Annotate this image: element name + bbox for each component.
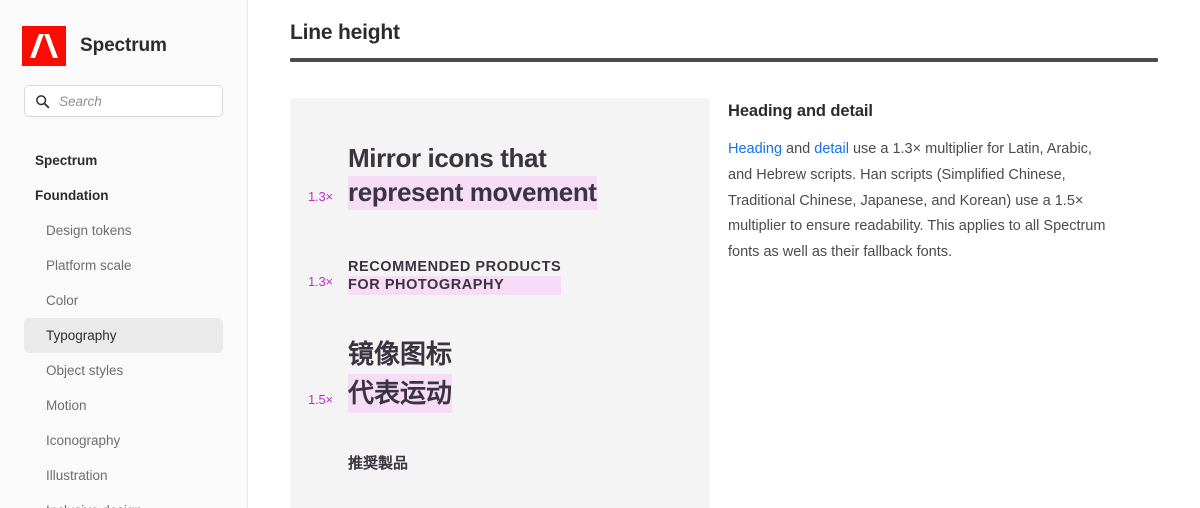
sample-line-highlighted: 代表运动 xyxy=(348,374,453,414)
sidebar-item-color[interactable]: Color xyxy=(24,283,223,318)
link-heading[interactable]: Heading xyxy=(728,141,782,157)
sidebar-item-label: Color xyxy=(46,293,79,308)
sidebar-item-label: Design tokens xyxy=(46,223,132,238)
line-height-sample: 1.3× Mirror icons that represent movement xyxy=(290,142,710,210)
sidebar-item-label: Platform scale xyxy=(46,258,132,273)
sample-line: 镜像图标 xyxy=(348,339,453,370)
content-row: 1.3× Mirror icons that represent movement 1… xyxy=(290,98,1200,508)
brand-name: Spectrum xyxy=(80,35,167,56)
sample-line-highlighted: FOR PHOTOGRAPHY xyxy=(348,276,562,296)
sidebar-item-label: Object styles xyxy=(46,363,124,378)
description-panel: Heading and detail Heading and detail us… xyxy=(710,98,1160,508)
sidebar-item-label: Inclusive design xyxy=(46,503,142,508)
line-height-sample: 1.3× RECOMMENDED PRODUCTS FOR PHOTOGRAPHY xyxy=(290,258,710,296)
sample-spacer xyxy=(290,413,710,453)
page-title: Line height xyxy=(290,21,400,44)
multiplier-label: 1.5× xyxy=(308,392,333,408)
sample-text-block: Mirror icons that represent movement xyxy=(348,142,597,210)
sidebar-item-object-styles[interactable]: Object styles xyxy=(24,353,223,388)
sidebar-item-inclusive-design[interactable]: Inclusive design xyxy=(24,493,223,508)
main-content: Line height 1.3× Mirror icons that represe… xyxy=(248,0,1200,508)
text-and: and xyxy=(782,141,815,157)
sample-line: 推奨製品 xyxy=(348,455,409,473)
sidebar-item-label: Spectrum xyxy=(35,153,98,168)
description-title: Heading and detail xyxy=(728,102,873,120)
sidebar-item-foundation[interactable]: Foundation xyxy=(24,178,223,213)
sidebar-item-label: Typography xyxy=(46,328,117,343)
adobe-logo-icon xyxy=(22,26,66,66)
search-field[interactable] xyxy=(24,85,223,117)
description-body: Heading and detail use a 1.3× multiplier… xyxy=(728,137,1116,266)
sample-line-highlighted: represent movement xyxy=(348,175,597,210)
sidebar: Spectrum Spectrum Foundation Design tokens… xyxy=(0,0,248,508)
sidebar-item-motion[interactable]: Motion xyxy=(24,388,223,423)
sidebar-item-typography[interactable]: Typography xyxy=(24,318,223,353)
description-rest: use a 1.3× multiplier for Latin, Arabic,… xyxy=(728,141,1106,261)
sidebar-item-platform-scale[interactable]: Platform scale xyxy=(24,248,223,283)
search-icon xyxy=(36,94,50,108)
multiplier-label xyxy=(308,469,348,476)
search-input[interactable] xyxy=(59,93,212,109)
sample-spacer xyxy=(290,295,710,335)
example-panel: 1.3× Mirror icons that represent movement 1… xyxy=(290,98,710,508)
sample-text-block: RECOMMENDED PRODUCTS FOR PHOTOGRAPHY xyxy=(348,258,562,296)
link-detail[interactable]: detail xyxy=(814,141,849,157)
line-height-sample: 推奨製品 xyxy=(290,453,710,476)
sidebar-item-label: Iconography xyxy=(46,433,121,448)
line-height-sample: 1.5× 镜像图标代表运动 xyxy=(290,335,710,414)
sidebar-item-illustration[interactable]: Illustration xyxy=(24,458,223,493)
sample-text-block: 镜像图标 代表运动 xyxy=(348,335,453,414)
title-divider xyxy=(290,58,1158,62)
brand-header[interactable]: Spectrum xyxy=(0,0,247,68)
sidebar-item-spectrum[interactable]: Spectrum xyxy=(24,143,223,178)
app-root: Spectrum Spectrum Foundation Design tokens… xyxy=(0,0,1200,508)
multiplier-label: 1.3× xyxy=(308,274,333,290)
sample-line: RECOMMENDED PRODUCTS xyxy=(348,258,562,275)
sidebar-item-design-tokens[interactable]: Design tokens xyxy=(24,213,223,248)
sidebar-item-iconography[interactable]: Iconography xyxy=(24,423,223,458)
sidebar-item-label: Illustration xyxy=(46,468,108,483)
sample-line: Mirror icons that xyxy=(348,143,547,173)
sample-text-block: 推奨製品 xyxy=(348,453,408,476)
sample-spacer xyxy=(290,210,710,258)
sidebar-item-label: Foundation xyxy=(35,188,109,203)
sidebar-item-label: Motion xyxy=(46,398,87,413)
sidebar-nav: Spectrum Foundation Design tokens Platform … xyxy=(0,143,247,508)
multiplier-label: 1.3× xyxy=(308,188,333,204)
